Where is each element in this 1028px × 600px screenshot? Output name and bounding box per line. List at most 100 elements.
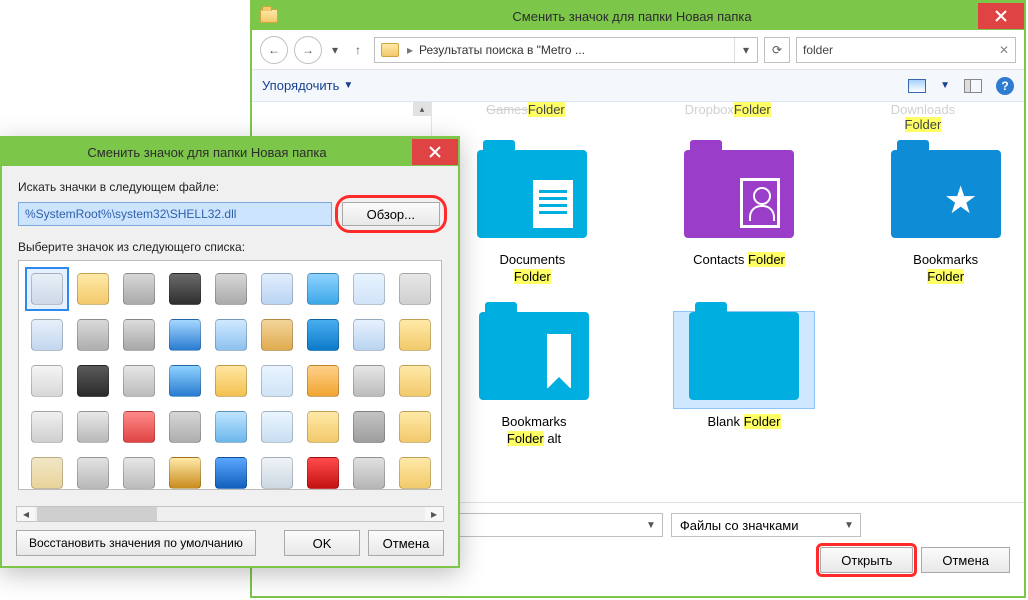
icon-option[interactable] [71,267,115,311]
icon-option[interactable] [393,359,437,403]
chevron-down-icon: ▼ [343,80,353,91]
view-dropdown[interactable]: ▼ [940,80,950,91]
scroll-thumb[interactable] [37,507,157,521]
icon-hscrollbar[interactable]: ◂ ▸ [16,506,444,522]
item-documents-folder[interactable] [464,150,601,246]
icon-option[interactable] [255,267,299,311]
icon-option[interactable] [255,451,299,490]
icon-option[interactable] [163,451,207,490]
icon-option[interactable] [117,359,161,403]
ok-button[interactable]: OK [284,530,360,556]
chevron-down-icon: ▼ [646,520,656,531]
preview-pane-toggle[interactable] [964,79,982,93]
label-blank: Blank Folder [674,414,814,448]
icon-option[interactable] [209,405,253,449]
icon-option[interactable] [209,267,253,311]
search-input[interactable] [803,43,993,57]
cancel-button[interactable]: Отмена [368,530,444,556]
icon-option[interactable] [255,313,299,357]
icon-option[interactable] [25,267,69,311]
icon-list[interactable] [18,260,442,490]
icon-option[interactable] [209,451,253,490]
icon-option[interactable] [117,313,161,357]
icon-option[interactable] [163,405,207,449]
system-icon [215,319,247,351]
icon-option[interactable] [301,313,345,357]
icon-option[interactable] [393,267,437,311]
icon-option[interactable] [71,405,115,449]
open-button[interactable]: Открыть [820,547,913,573]
ci-button-row: Восстановить значения по умолчанию OK От… [16,530,444,556]
system-icon [123,365,155,397]
close-button[interactable] [978,3,1024,29]
address-bar[interactable]: ▸ Результаты поиска в "Metro ... ▾ [374,37,758,63]
system-icon [123,411,155,443]
contacts-folder-icon [684,150,794,238]
file-list[interactable]: Games Folder Dropbox Folder DownloadsFol… [432,102,1024,502]
system-icon [307,457,339,489]
system-icon [307,365,339,397]
icon-option[interactable] [347,451,391,490]
icon-option[interactable] [117,451,161,490]
address-dropdown[interactable]: ▾ [734,38,757,62]
refresh-button[interactable]: ⟳ [764,37,790,63]
system-icon [261,411,293,443]
scroll-right-icon[interactable]: ▸ [425,507,443,521]
icon-option[interactable] [255,405,299,449]
organize-menu[interactable]: Упорядочить ▼ [262,78,353,93]
icon-option[interactable] [25,405,69,449]
nav-history-dropdown[interactable]: ▾ [328,43,342,57]
icon-option[interactable] [163,313,207,357]
restore-defaults-button[interactable]: Восстановить значения по умолчанию [16,530,256,556]
nav-forward-button[interactable]: → [294,36,322,64]
system-icon [169,457,201,489]
icon-option[interactable] [25,359,69,403]
icon-path-input[interactable] [18,202,332,226]
filetype-value: Файлы со значками [680,518,799,533]
icon-option[interactable] [393,313,437,357]
icon-option[interactable] [347,405,391,449]
blank-folder-icon [689,312,799,400]
icon-option[interactable] [209,359,253,403]
icon-option[interactable] [347,359,391,403]
icon-option[interactable] [117,405,161,449]
icon-option[interactable] [71,451,115,490]
nav-up-button[interactable]: ↑ [348,40,368,60]
icon-option[interactable] [301,267,345,311]
close-button[interactable] [412,139,458,165]
icon-option[interactable] [163,359,207,403]
icon-option[interactable] [163,267,207,311]
icon-option[interactable] [301,359,345,403]
icon-option[interactable] [301,451,345,490]
icon-option[interactable] [71,359,115,403]
scroll-up-icon[interactable]: ▴ [413,102,431,116]
icon-option[interactable] [347,313,391,357]
item-bookmarks-alt[interactable] [464,312,604,408]
nav-toolbar: ← → ▾ ↑ ▸ Результаты поиска в "Metro ...… [252,30,1024,70]
search-box[interactable]: ✕ [796,37,1016,63]
view-icon[interactable] [908,79,926,93]
scroll-left-icon[interactable]: ◂ [17,507,35,521]
icon-option[interactable] [347,267,391,311]
cancel-button[interactable]: Отмена [921,547,1010,573]
help-button[interactable]: ? [996,77,1014,95]
item-blank-folder[interactable] [674,312,814,408]
icon-option[interactable] [25,451,69,490]
system-icon [307,411,339,443]
nav-back-button[interactable]: ← [260,36,288,64]
icon-option[interactable] [393,451,437,490]
icon-option[interactable] [71,313,115,357]
browse-button[interactable]: Обзор... [342,202,440,226]
icon-option[interactable] [255,359,299,403]
item-contacts-folder[interactable] [671,150,808,246]
icon-option[interactable] [393,405,437,449]
search-clear-icon[interactable]: ✕ [993,43,1009,57]
change-icon-dialog: Сменить значок для папки Новая папка Иск… [0,136,460,568]
icon-option[interactable] [117,267,161,311]
icon-option[interactable] [209,313,253,357]
item-bookmarks-folder[interactable]: ★ [877,150,1014,246]
filetype-combobox[interactable]: Файлы со значками ▼ [671,513,861,537]
icon-option[interactable] [301,405,345,449]
system-icon [123,319,155,351]
icon-option[interactable] [25,313,69,357]
